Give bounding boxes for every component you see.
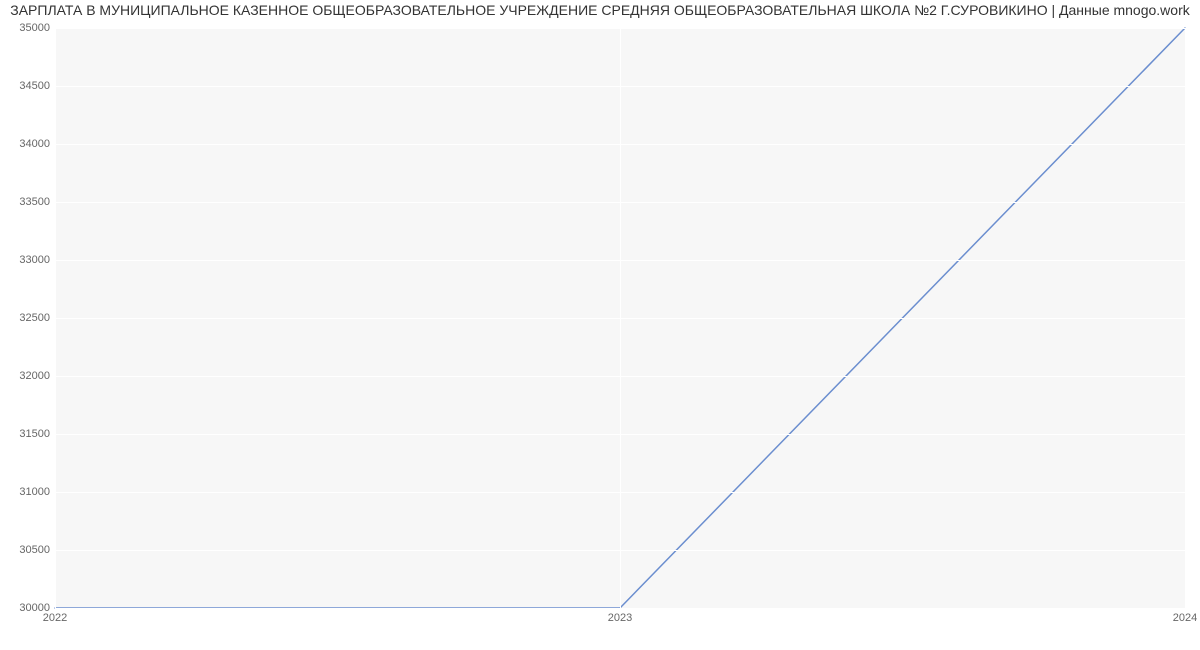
x-axis-tick-label: 2024 [1173, 612, 1197, 624]
gridline-vertical [55, 28, 56, 608]
y-axis-tick-label: 34000 [5, 138, 50, 150]
y-axis-tick-label: 32500 [5, 312, 50, 324]
chart-title: ЗАРПЛАТА В МУНИЦИПАЛЬНОЕ КАЗЕННОЕ ОБЩЕОБ… [0, 0, 1200, 20]
y-axis-tick-label: 34500 [5, 80, 50, 92]
y-axis-tick-label: 33000 [5, 254, 50, 266]
y-axis-tick-label: 30500 [5, 544, 50, 556]
y-axis-tick-label: 35000 [5, 22, 50, 34]
y-axis-tick-label: 31500 [5, 428, 50, 440]
y-axis-tick-label: 32000 [5, 370, 50, 382]
y-axis-tick-label: 33500 [5, 196, 50, 208]
x-axis-tick-label: 2023 [608, 612, 632, 624]
gridline-vertical [1185, 28, 1186, 608]
plot-area [55, 28, 1185, 609]
gridline-horizontal [55, 608, 1185, 609]
y-axis-tick-label: 31000 [5, 486, 50, 498]
x-axis-tick-label: 2022 [43, 612, 67, 624]
gridline-vertical [620, 28, 621, 608]
chart-container: ЗАРПЛАТА В МУНИЦИПАЛЬНОЕ КАЗЕННОЕ ОБЩЕОБ… [0, 0, 1200, 650]
